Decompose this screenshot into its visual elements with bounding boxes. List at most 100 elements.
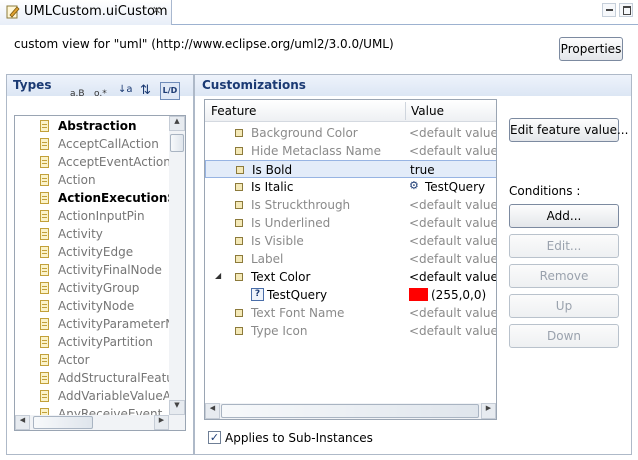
type-list-item[interactable]: Action bbox=[15, 171, 169, 189]
customizations-panel-title: Customizations bbox=[202, 78, 306, 92]
column-header-value[interactable]: Value bbox=[411, 104, 444, 118]
types-vertical-scrollbar[interactable]: ▲ ▼ bbox=[169, 116, 185, 415]
table-header: Feature Value bbox=[205, 100, 496, 122]
type-list-item[interactable]: AddStructuralFeature bbox=[15, 369, 169, 387]
feature-name: Is Struckthrough bbox=[251, 198, 351, 212]
move-up-label: Up bbox=[555, 299, 573, 313]
feature-icon bbox=[235, 183, 243, 191]
type-list-item-label: ActivityNode bbox=[58, 299, 135, 313]
table-row[interactable]: ◢ Text Color <default value> bbox=[205, 268, 496, 286]
remove-condition-label: Remove bbox=[539, 269, 589, 283]
type-list-item-label: AcceptEventAction bbox=[58, 155, 169, 169]
type-list-item-label: ActivityPartition bbox=[58, 335, 153, 349]
type-list-item[interactable]: Actor bbox=[15, 351, 169, 369]
table-horizontal-scrollbar[interactable]: ◀ ▶ bbox=[205, 403, 496, 419]
expand-arrow-icon[interactable]: ◢ bbox=[215, 271, 221, 280]
sort-az-icon[interactable]: ↓a bbox=[118, 84, 133, 95]
query-gear-icon: ⚙ bbox=[409, 179, 419, 192]
feature-name: TestQuery bbox=[267, 288, 328, 302]
filter-instances-icon[interactable]: o.* bbox=[94, 89, 107, 99]
type-list-item[interactable]: AcceptEventAction bbox=[15, 153, 169, 171]
table-row[interactable]: Label <default value> bbox=[205, 250, 496, 268]
type-list-item[interactable]: AcceptCallAction bbox=[15, 135, 169, 153]
table-row[interactable]: Is Visible <default value> bbox=[205, 232, 496, 250]
table-row[interactable]: Is Italic ⚙ TestQuery bbox=[205, 178, 496, 196]
scroll-right-icon[interactable]: ▶ bbox=[154, 415, 169, 430]
type-list-item[interactable]: ActivityGroup bbox=[15, 279, 169, 297]
metaclass-icon bbox=[40, 390, 49, 402]
type-list-item[interactable]: ActivityPartition bbox=[15, 333, 169, 351]
metaclass-icon bbox=[40, 300, 49, 312]
add-condition-button[interactable]: Add... bbox=[509, 204, 619, 228]
sort-alpha-icon[interactable]: a.B bbox=[70, 89, 85, 99]
properties-button[interactable]: Properties bbox=[559, 37, 623, 61]
scroll-left-icon[interactable]: ◀ bbox=[15, 415, 30, 430]
feature-name: Background Color bbox=[251, 126, 358, 140]
type-list-item-label: AddVariableValueAct bbox=[58, 389, 169, 403]
table-hscroll-thumb[interactable] bbox=[221, 404, 479, 418]
metaclass-icon bbox=[40, 192, 49, 204]
feature-name: Type Icon bbox=[251, 324, 308, 338]
table-row[interactable]: Is Bold true bbox=[205, 160, 496, 178]
feature-value: (255,0,0) bbox=[431, 288, 487, 302]
minimize-icon[interactable] bbox=[602, 3, 616, 17]
metaclass-icon bbox=[40, 174, 49, 186]
type-list-item[interactable]: ActionExecutionSpe bbox=[15, 189, 169, 207]
type-list-item[interactable]: ActionInputPin bbox=[15, 207, 169, 225]
table-row[interactable]: Hide Metaclass Name <default value> bbox=[205, 142, 496, 160]
types-horizontal-scrollbar[interactable]: ◀ ▶ bbox=[15, 415, 185, 430]
customization-description: custom view for "uml" (http://www.eclips… bbox=[14, 37, 394, 51]
scroll-up-icon[interactable]: ▲ bbox=[169, 116, 185, 131]
column-divider[interactable] bbox=[405, 102, 406, 120]
metaclass-icon bbox=[40, 138, 49, 150]
type-list-item[interactable]: Activity bbox=[15, 225, 169, 243]
column-header-feature[interactable]: Feature bbox=[211, 104, 256, 118]
type-list-item[interactable]: Abstraction bbox=[15, 117, 169, 135]
type-list-item[interactable]: AddVariableValueAct bbox=[15, 387, 169, 405]
edit-condition-label: Edit... bbox=[546, 239, 582, 253]
editor-tab[interactable]: UMLCustom.uiCustom ✕ bbox=[0, 0, 172, 25]
metaclass-icon bbox=[40, 120, 49, 132]
type-list-item[interactable]: ActivityNode bbox=[15, 297, 169, 315]
edit-feature-value-button[interactable]: Edit feature value... bbox=[509, 118, 628, 142]
feature-icon bbox=[235, 309, 243, 317]
customization-file-icon bbox=[6, 5, 20, 19]
edit-condition-button[interactable]: Edit... bbox=[509, 234, 619, 258]
metaclass-icon bbox=[40, 228, 49, 240]
feature-value: <default value> bbox=[409, 270, 496, 284]
feature-icon bbox=[235, 237, 243, 245]
feature-value: <default value> bbox=[409, 144, 496, 158]
type-list-item[interactable]: ActivityEdge bbox=[15, 243, 169, 261]
table-row[interactable]: Background Color <default value> bbox=[205, 124, 496, 142]
scroll-left-icon[interactable]: ◀ bbox=[205, 403, 220, 419]
type-list-item[interactable]: ActivityParameterNo bbox=[15, 315, 169, 333]
table-row[interactable]: Type Icon <default value> bbox=[205, 322, 496, 340]
maximize-icon[interactable] bbox=[619, 3, 633, 17]
show-derived-icon[interactable]: L/D bbox=[160, 82, 180, 100]
table-row[interactable]: Text Font Name <default value> bbox=[205, 304, 496, 322]
types-hscroll-thumb[interactable] bbox=[33, 416, 93, 429]
types-scroll-thumb[interactable] bbox=[170, 134, 184, 152]
applies-to-sub-instances-checkbox[interactable]: ✓ bbox=[208, 431, 221, 444]
feature-value: true bbox=[410, 163, 435, 177]
scroll-down-icon[interactable]: ▼ bbox=[169, 400, 185, 415]
type-list-item-label: ActivityFinalNode bbox=[58, 263, 162, 277]
metaclass-icon bbox=[40, 318, 49, 330]
applies-to-sub-instances-label[interactable]: Applies to Sub-Instances bbox=[225, 431, 373, 445]
table-row[interactable]: ? TestQuery (255,0,0) bbox=[205, 286, 496, 304]
scroll-right-icon[interactable]: ▶ bbox=[481, 403, 496, 419]
move-down-button[interactable]: Down bbox=[509, 324, 619, 348]
table-row[interactable]: Is Underlined <default value> bbox=[205, 214, 496, 232]
type-list-item-label: ActivityParameterNo bbox=[58, 317, 169, 331]
hierarchy-icon[interactable]: ⇅ bbox=[140, 83, 151, 98]
customization-table[interactable]: Feature Value Background Color <default v… bbox=[204, 99, 497, 420]
types-list[interactable]: Abstraction AcceptCallAction AcceptEventAc… bbox=[14, 115, 186, 431]
close-icon[interactable]: ✕ bbox=[152, 4, 161, 17]
table-row[interactable]: Is Struckthrough <default value> bbox=[205, 196, 496, 214]
remove-condition-button[interactable]: Remove bbox=[509, 264, 619, 288]
feature-name: Is Italic bbox=[251, 180, 294, 194]
feature-name: Hide Metaclass Name bbox=[251, 144, 381, 158]
type-list-item[interactable]: ActivityFinalNode bbox=[15, 261, 169, 279]
move-up-button[interactable]: Up bbox=[509, 294, 619, 318]
metaclass-icon bbox=[40, 372, 49, 384]
